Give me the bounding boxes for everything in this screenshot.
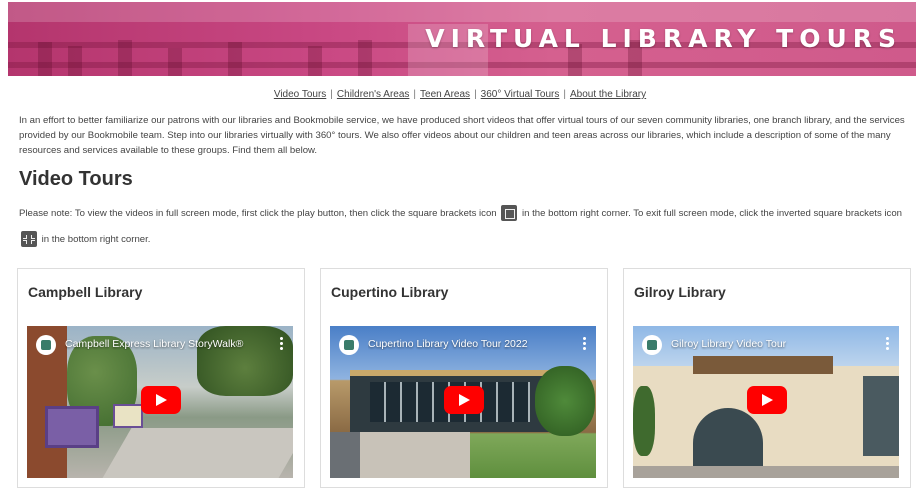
nav-360-tours[interactable]: 360° Virtual Tours — [481, 89, 560, 100]
section-title: Video Tours — [19, 168, 133, 190]
nav-teen-areas[interactable]: Teen Areas — [420, 89, 470, 100]
nav-childrens-areas[interactable]: Children's Areas — [337, 89, 410, 100]
channel-logo-icon — [642, 335, 662, 355]
more-options-icon[interactable] — [583, 336, 586, 350]
note-text-3: in the bottom right corner. — [41, 234, 151, 245]
video-title[interactable]: Campbell Express Library StoryWalk® — [65, 338, 263, 350]
card-title: Cupertino Library — [331, 284, 449, 300]
card-campbell: Campbell Library Campbell Express Librar… — [17, 268, 305, 488]
more-options-icon[interactable] — [886, 336, 889, 350]
note-text-1: Please note: To view the videos in full … — [19, 208, 497, 219]
note-text-2: in the bottom right corner. To exit full… — [521, 208, 903, 219]
exit-fullscreen-icon — [21, 231, 37, 248]
more-options-icon[interactable] — [280, 336, 283, 350]
channel-logo-icon — [36, 335, 56, 355]
channel-logo-icon — [339, 335, 359, 355]
card-cupertino: Cupertino Library Cupertino Library Vide… — [320, 268, 608, 488]
video-player[interactable]: Gilroy Library Video Tour — [633, 326, 899, 478]
nav-about-library[interactable]: About the Library — [570, 89, 646, 100]
intro-paragraph: In an effort to better familiarize our p… — [19, 115, 905, 156]
nav-video-tours[interactable]: Video Tours — [274, 89, 326, 100]
card-gilroy: Gilroy Library Gilroy Library Video Tour — [623, 268, 911, 488]
hero-banner: VIRTUAL LIBRARY TOURS — [8, 2, 916, 76]
fullscreen-icon — [501, 205, 518, 222]
play-button[interactable] — [444, 386, 484, 414]
video-title[interactable]: Gilroy Library Video Tour — [671, 338, 869, 350]
play-button[interactable] — [141, 386, 181, 414]
page-nav: Video Tours | Children's Areas | Teen Areas |… — [273, 89, 647, 100]
play-button[interactable] — [747, 386, 787, 414]
card-title: Gilroy Library — [634, 284, 726, 300]
video-player[interactable]: Campbell Express Library StoryWalk® — [27, 326, 293, 478]
card-title: Campbell Library — [28, 284, 143, 300]
banner-title: VIRTUAL LIBRARY TOURS — [425, 24, 902, 53]
video-player[interactable]: Cupertino Library Video Tour 2022 — [330, 326, 596, 478]
video-title[interactable]: Cupertino Library Video Tour 2022 — [368, 338, 566, 350]
fullscreen-note: Please note: To view the videos in full … — [19, 201, 905, 253]
